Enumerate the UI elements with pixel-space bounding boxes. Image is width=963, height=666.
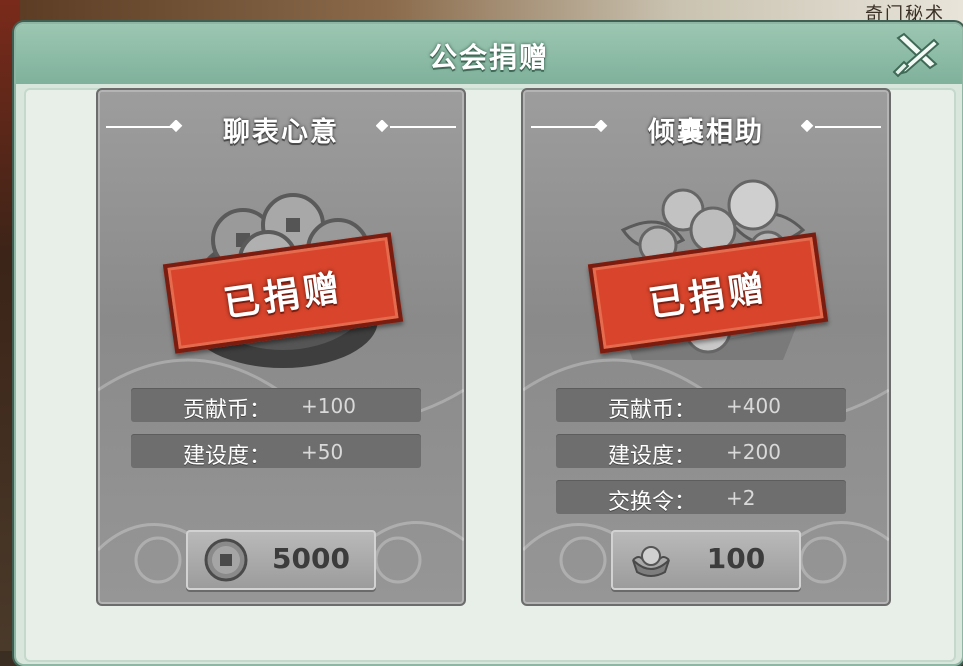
reward-label: 建设度： xyxy=(183,444,272,469)
header-ornament-right-icon xyxy=(376,120,456,133)
card-header: 聊表心意 xyxy=(98,110,464,148)
header-ornament-right-icon xyxy=(801,120,881,133)
reward-value: +200 xyxy=(726,440,781,464)
dialog-title: 公会捐赠 xyxy=(428,41,549,74)
card-header: 倾囊相助 xyxy=(523,110,889,148)
reward-label: 贡献币： xyxy=(608,398,697,423)
guild-donation-dialog: 公会捐赠 聊表心意 已捐赠 贡献币： +100 建设度： +50 5000 倾囊… xyxy=(14,22,963,666)
reward-row: 建设度： +200 xyxy=(556,434,846,469)
reward-row: 贡献币： +100 xyxy=(131,388,421,423)
silver-ingot-icon xyxy=(632,546,670,577)
close-button[interactable] xyxy=(890,32,944,78)
crossed-swords-close-icon xyxy=(892,32,940,78)
reward-label: 建设度： xyxy=(608,444,697,469)
stamp-text: 已捐赠 xyxy=(221,267,346,326)
donate-button[interactable]: 5000 xyxy=(186,530,376,590)
donate-button[interactable]: 100 xyxy=(611,530,801,590)
reward-value: +400 xyxy=(726,394,781,418)
reward-row: 贡献币： +400 xyxy=(556,388,846,423)
reward-value: +50 xyxy=(301,440,344,464)
cost-value: 100 xyxy=(706,542,766,575)
copper-coin-icon xyxy=(204,538,248,582)
reward-value: +100 xyxy=(301,394,356,418)
reward-row: 交换令： +2 xyxy=(556,480,846,515)
stamp-text: 已捐赠 xyxy=(646,267,771,326)
reward-label: 交换令： xyxy=(608,490,697,515)
reward-row: 建设度： +50 xyxy=(131,434,421,469)
dialog-title-bar: 公会捐赠 xyxy=(16,24,962,84)
cost-value: 5000 xyxy=(272,542,350,575)
reward-label: 贡献币： xyxy=(183,398,272,423)
donation-card-small: 聊表心意 已捐赠 贡献币： +100 建设度： +50 5000 xyxy=(96,88,466,606)
donation-card-large: 倾囊相助 已捐赠 贡献币： +400 建设度： +200 交换令： +2 100 xyxy=(521,88,891,606)
reward-value: +2 xyxy=(726,486,756,510)
